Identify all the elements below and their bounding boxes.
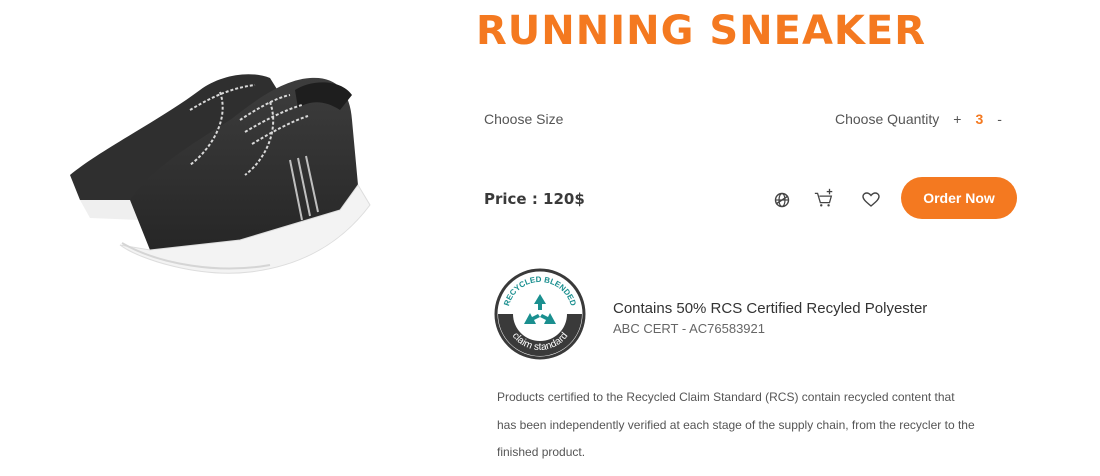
quantity-label: Choose Quantity bbox=[835, 111, 940, 127]
add-to-cart-icon[interactable] bbox=[813, 187, 835, 209]
quantity-value: 3 bbox=[975, 111, 984, 127]
product-title: RUNNING SNEAKER bbox=[476, 8, 927, 54]
certification-title: Contains 50% RCS Certified Recyled Polye… bbox=[613, 300, 928, 317]
heart-icon[interactable] bbox=[860, 189, 882, 211]
recycled-claim-standard-logo: RECYCLED BLENDED claim standard bbox=[494, 268, 586, 360]
quantity-selector: Choose Quantity + 3 - bbox=[835, 111, 1002, 127]
choose-size-dropdown[interactable]: Choose Size bbox=[484, 111, 563, 127]
certification-description: Products certified to the Recycled Claim… bbox=[497, 390, 975, 459]
quantity-decrement-button[interactable]: - bbox=[997, 111, 1002, 127]
order-now-button[interactable]: Order Now bbox=[901, 177, 1017, 219]
price-label: Price : 120$ bbox=[484, 190, 585, 208]
certification-code: ABC CERT - AC76583921 bbox=[613, 321, 765, 336]
sneaker-image bbox=[70, 74, 371, 274]
compare-globe-icon[interactable] bbox=[771, 189, 793, 211]
quantity-increment-button[interactable]: + bbox=[953, 111, 961, 127]
